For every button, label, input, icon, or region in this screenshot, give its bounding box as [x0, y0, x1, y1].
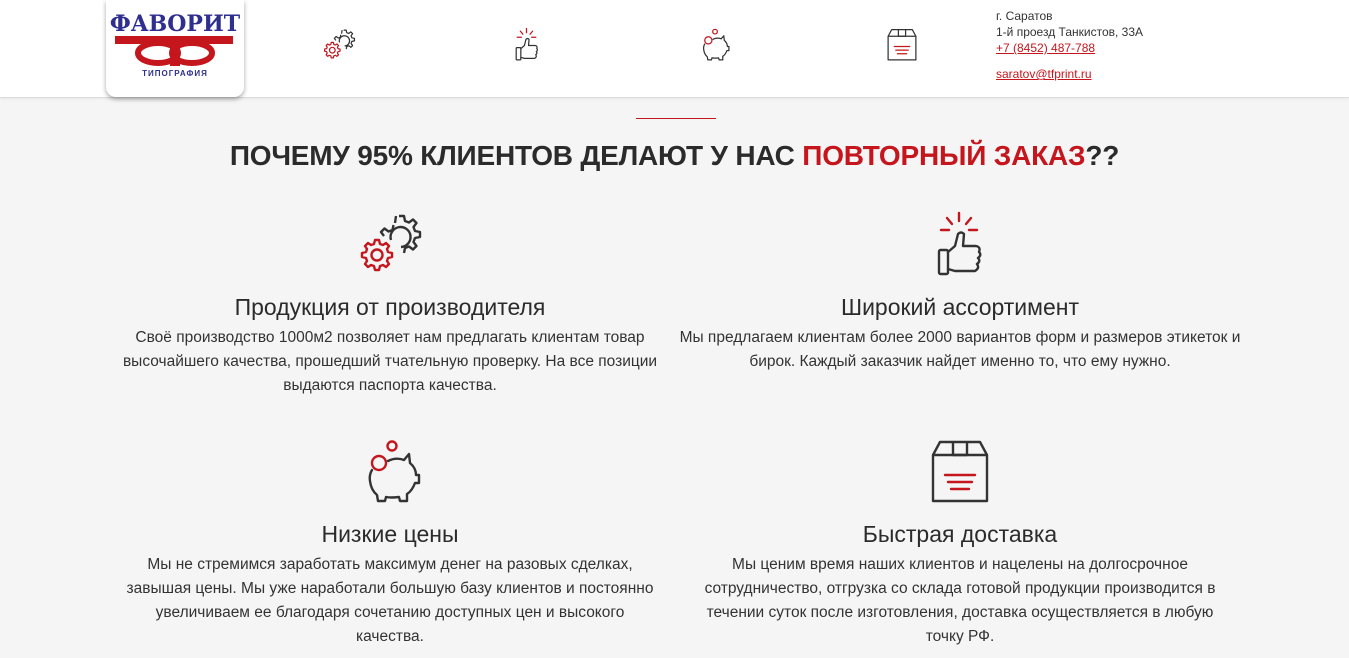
feature-prices: Низкие цены Мы не стремимся заработать м… [90, 437, 690, 649]
header: ФАВОРИТ ТИПОГРАФИЯ г. Саратов 1-й проезд… [0, 0, 1349, 98]
title-divider [636, 118, 716, 119]
contacts: г. Саратов 1-й проезд Танкистов, 33А +7 … [996, 8, 1143, 82]
contact-city: г. Саратов [996, 9, 1053, 23]
feature-production: Продукция от производителя Своё производ… [90, 210, 690, 398]
feature-heading: Низкие цены [321, 521, 459, 547]
box-icon [925, 437, 995, 507]
thumbs-up-icon [925, 210, 995, 280]
title-part2: ?? [1085, 140, 1120, 171]
phone-link[interactable]: +7 (8452) 487-788 [996, 40, 1143, 56]
feature-text: Мы не стремимся заработать максимум дене… [126, 556, 654, 645]
thumbs-up-icon[interactable] [509, 26, 545, 64]
logo-sub: ТИПОГРАФИЯ [142, 69, 208, 78]
gears-icon[interactable] [321, 26, 357, 64]
contact-address: 1-й проезд Танкистов, 33А [996, 25, 1144, 39]
feature-delivery: Быстрая доставка Мы ценим время наших кл… [660, 437, 1260, 649]
feature-heading: Продукция от производителя [234, 294, 546, 320]
piggy-bank-icon [355, 437, 425, 507]
email-link[interactable]: saratov@tfprint.ru [996, 66, 1143, 82]
logo-mark: ФАВОРИТ ТИПОГРАФИЯ [110, 11, 241, 78]
feature-assortment: Широкий ассортимент Мы предлагаем клиент… [660, 210, 1260, 374]
piggy-bank-icon[interactable] [696, 26, 732, 64]
feature-heading: Быстрая доставка [862, 521, 1058, 547]
gears-icon [355, 210, 425, 280]
feature-text: Своё производство 1000м2 позволяет нам п… [122, 329, 658, 394]
feature-text: Мы ценим время наших клиентов и нацелены… [704, 556, 1216, 645]
feature-heading: Широкий ассортимент [840, 294, 1079, 320]
feature-text: Мы предлагаем клиентам более 2000 вариан… [679, 329, 1241, 370]
box-icon[interactable] [884, 26, 920, 64]
title-part1: ПОЧЕМУ 95% КЛИЕНТОВ ДЕЛАЮТ У НАС [229, 140, 803, 171]
title-accent: ПОВТОРНЫЙ ЗАКАЗ [802, 140, 1086, 171]
logo[interactable]: ФАВОРИТ ТИПОГРАФИЯ [106, 0, 244, 97]
logo-name: ФАВОРИТ [110, 11, 241, 37]
page-title: ПОЧЕМУ 95% КЛИЕНТОВ ДЕЛАЮТ У НАС ПОВТОРН… [0, 140, 1349, 172]
